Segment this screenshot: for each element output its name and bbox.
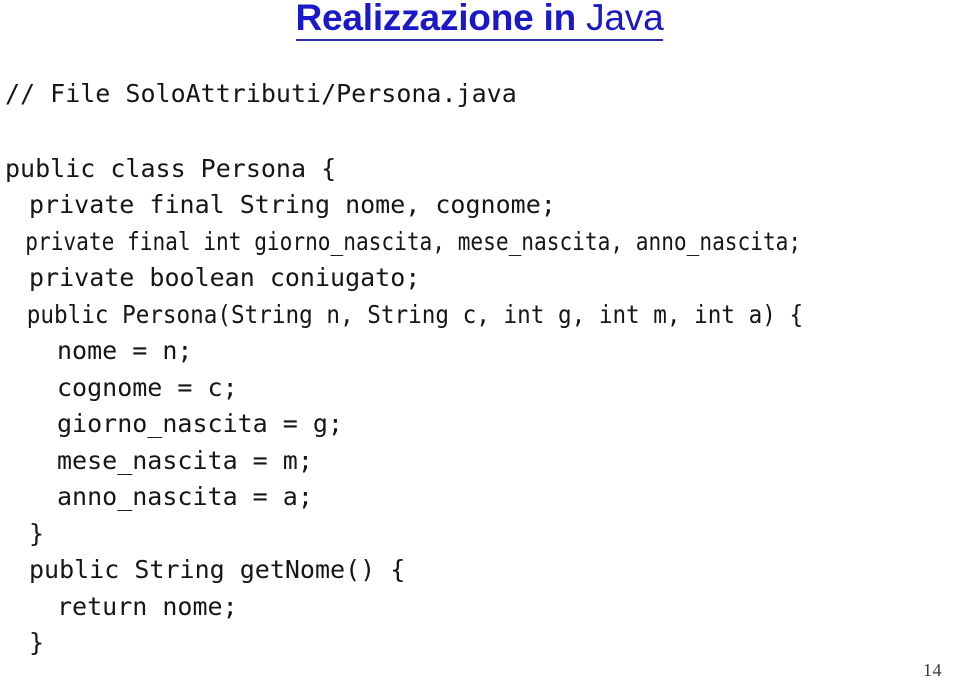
code-line: private final String nome, cognome; bbox=[29, 190, 556, 219]
code-line: anno_nascita = a; bbox=[57, 482, 313, 511]
code-line: nome = n; bbox=[57, 336, 193, 365]
slide-title-bold-segment: Realizzazione in bbox=[295, 0, 587, 38]
code-line: mese_nascita = m; bbox=[57, 445, 313, 475]
code-block: // File SoloAttributi/Persona.java publi… bbox=[5, 76, 955, 662]
slide-title-text: Realizzazione in Java bbox=[295, 0, 664, 41]
slide-canvas: Realizzazione in Java // File SoloAttrib… bbox=[0, 0, 959, 690]
slide-title-light-segment: Java bbox=[586, 0, 664, 38]
page-number: 14 bbox=[923, 660, 942, 680]
code-line: private boolean coniugato; bbox=[29, 263, 421, 292]
code-line: return nome; bbox=[57, 591, 238, 621]
code-line: public Persona(String n, String c, int g… bbox=[26, 299, 804, 329]
slide-title: Realizzazione in Java bbox=[0, 0, 959, 41]
code-line: } bbox=[29, 628, 45, 657]
code-lines-container: public class Persona { private final Stri… bbox=[5, 151, 955, 662]
code-line: private final int giorno_nascita, mese_n… bbox=[25, 226, 802, 256]
code-comment-line: // File SoloAttributi/Persona.java bbox=[5, 79, 517, 108]
code-line: giorno_nascita = g; bbox=[57, 409, 343, 438]
code-line: } bbox=[29, 518, 45, 548]
code-line: public String getNome() { bbox=[29, 555, 406, 584]
code-line: public class Persona { bbox=[5, 153, 337, 183]
code-line: cognome = c; bbox=[57, 372, 238, 402]
